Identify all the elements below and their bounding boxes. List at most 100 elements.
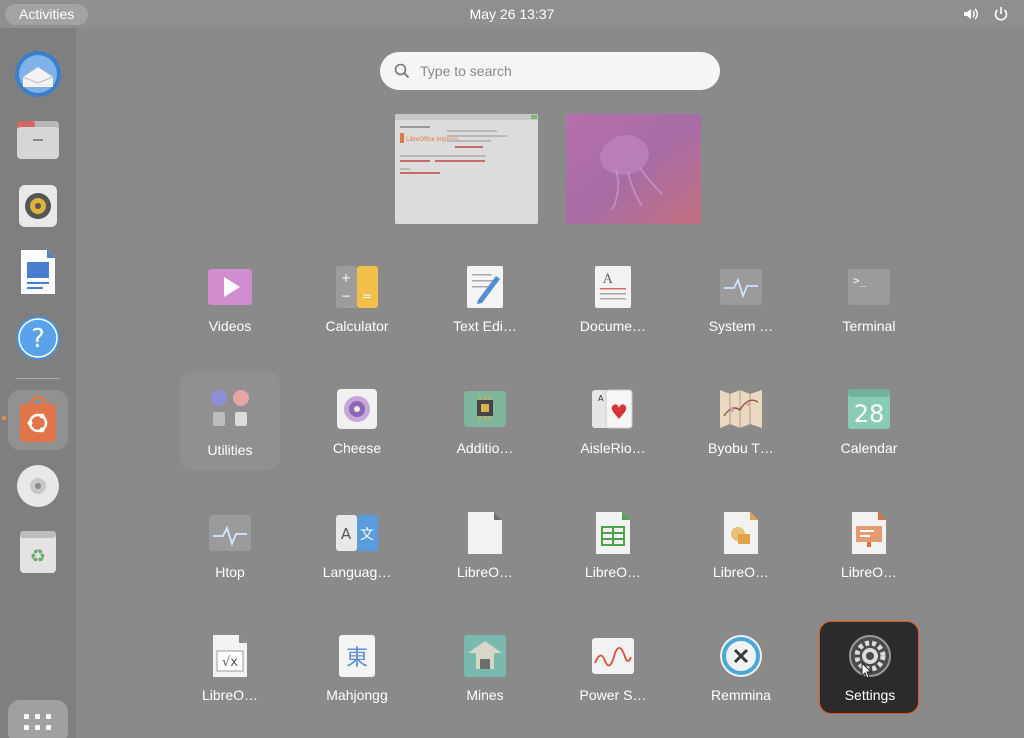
running-indicator xyxy=(2,416,6,420)
disc-icon xyxy=(17,465,59,507)
app-libreoffice-calc[interactable]: LibreO… xyxy=(563,510,663,600)
mahjongg-icon: 東 xyxy=(339,635,375,677)
app-libreoffice-impress[interactable]: LibreO… xyxy=(819,510,919,600)
app-label: Remmina xyxy=(711,687,771,703)
videos-icon xyxy=(208,269,252,305)
svg-text:A: A xyxy=(602,272,613,287)
app-label: LibreO… xyxy=(456,564,514,580)
app-label: Htop xyxy=(215,564,245,580)
additional-drivers-icon xyxy=(464,391,506,427)
rhythmbox-icon xyxy=(19,185,57,227)
app-label: LibreO… xyxy=(712,564,770,580)
app-cheese[interactable]: Cheese xyxy=(307,386,407,476)
app-label: Cheese xyxy=(332,440,382,456)
power-icon[interactable] xyxy=(992,5,1010,23)
app-label: Videos xyxy=(208,318,252,334)
dock-disc[interactable] xyxy=(8,456,68,516)
top-bar: Activities May 26 13:37 xyxy=(0,0,1024,28)
app-terminal[interactable]: >_ Terminal xyxy=(819,264,919,354)
system-monitor-icon xyxy=(720,269,762,305)
app-label: System … xyxy=(708,318,774,334)
help-icon: ? xyxy=(16,316,60,360)
app-text-editor[interactable]: Text Edi… xyxy=(435,264,535,354)
app-calendar[interactable]: 28 Calendar xyxy=(819,386,919,476)
svg-text:>_: >_ xyxy=(853,274,867,287)
svg-text:+: + xyxy=(341,271,351,285)
workspace-thumbnail-2[interactable] xyxy=(566,114,701,224)
libreoffice-math-icon: √x xyxy=(213,635,247,677)
app-label: Byobu T… xyxy=(708,440,774,456)
app-label: LibreO… xyxy=(201,687,259,703)
app-htop[interactable]: Htop xyxy=(180,510,280,600)
svg-text:♥: ♥ xyxy=(610,400,628,424)
utilities-folder-icon xyxy=(211,390,249,426)
app-mines[interactable]: Mines xyxy=(435,633,535,723)
svg-text:=: = xyxy=(362,289,372,303)
dock-rhythmbox[interactable] xyxy=(8,176,68,236)
dock-libreoffice-writer[interactable] xyxy=(8,242,68,302)
dock-separator xyxy=(16,378,60,379)
dock-app-center[interactable] xyxy=(8,390,68,450)
dock-trash[interactable]: ♻ xyxy=(8,522,68,582)
app-libreoffice-draw[interactable]: LibreO… xyxy=(691,510,791,600)
dock-help[interactable]: ? xyxy=(8,308,68,368)
aisleriot-icon: ♥A xyxy=(592,389,633,429)
app-label: Mines xyxy=(466,687,504,703)
app-center-icon xyxy=(20,396,56,442)
app-label: Languag… xyxy=(322,564,392,580)
search-icon xyxy=(394,63,410,79)
app-label: Calendar xyxy=(840,440,898,456)
calendar-icon: 28 xyxy=(848,389,890,429)
app-calculator[interactable]: + − = Calculator xyxy=(307,264,407,354)
calculator-icon: + − = xyxy=(336,266,378,308)
calendar-day: 28 xyxy=(854,400,885,428)
svg-text:−: − xyxy=(341,289,351,303)
svg-text:A: A xyxy=(341,525,352,543)
app-settings[interactable]: Settings xyxy=(819,621,919,714)
system-menu[interactable] xyxy=(962,5,1010,23)
app-additional-drivers[interactable]: Additio… xyxy=(435,386,535,476)
app-videos[interactable]: Videos xyxy=(180,264,280,354)
app-label: Calculator xyxy=(325,318,389,334)
workspace-thumbnail-1[interactable]: LibreOffice Impress xyxy=(395,114,538,224)
app-power-statistics[interactable]: Power S… xyxy=(563,633,663,723)
dock-files[interactable] xyxy=(8,110,68,170)
svg-text:♻: ♻ xyxy=(30,546,46,567)
htop-icon xyxy=(209,515,251,551)
app-label: LibreO… xyxy=(840,564,898,580)
app-label: Settings xyxy=(844,687,896,703)
app-label: AisleRio… xyxy=(580,440,646,456)
folder-utilities[interactable]: Utilities xyxy=(180,372,280,470)
app-aisleriot[interactable]: ♥ A AisleRio… xyxy=(563,386,663,476)
search-bar[interactable] xyxy=(380,52,720,90)
thunderbird-icon xyxy=(15,51,61,97)
remmina-icon xyxy=(720,635,762,677)
app-mahjongg[interactable]: 東 Mahjongg xyxy=(307,633,407,723)
svg-text:東: 東 xyxy=(346,646,368,671)
document-viewer-icon: A xyxy=(595,266,631,308)
app-libreoffice-math[interactable]: √x LibreO… xyxy=(180,633,280,723)
search-input[interactable] xyxy=(420,52,700,90)
libreoffice-draw-icon xyxy=(724,512,758,554)
libreoffice-icon xyxy=(468,512,502,554)
app-document-viewer[interactable]: A Docume… xyxy=(563,264,663,354)
app-grid-icon xyxy=(24,714,51,730)
app-byobu[interactable]: Byobu T… xyxy=(691,386,791,476)
app-label: Utilities xyxy=(207,442,253,458)
libreoffice-calc-icon xyxy=(596,512,630,554)
language-support-icon: A文 xyxy=(336,515,378,551)
app-label: Terminal xyxy=(842,318,896,334)
app-libreoffice[interactable]: LibreO… xyxy=(435,510,535,600)
text-editor-icon xyxy=(467,266,503,308)
app-language-support[interactable]: A文 Languag… xyxy=(307,510,407,600)
clock[interactable]: May 26 13:37 xyxy=(0,6,1024,22)
show-apps-button[interactable] xyxy=(8,700,68,738)
volume-icon[interactable] xyxy=(962,5,980,23)
terminal-icon: >_ xyxy=(848,269,890,305)
app-system-monitor[interactable]: System … xyxy=(691,264,791,354)
app-remmina[interactable]: Remmina xyxy=(691,633,791,723)
app-label: Docume… xyxy=(579,318,647,334)
mines-icon xyxy=(464,635,506,677)
files-icon xyxy=(17,121,59,159)
dock-thunderbird[interactable] xyxy=(8,44,68,104)
